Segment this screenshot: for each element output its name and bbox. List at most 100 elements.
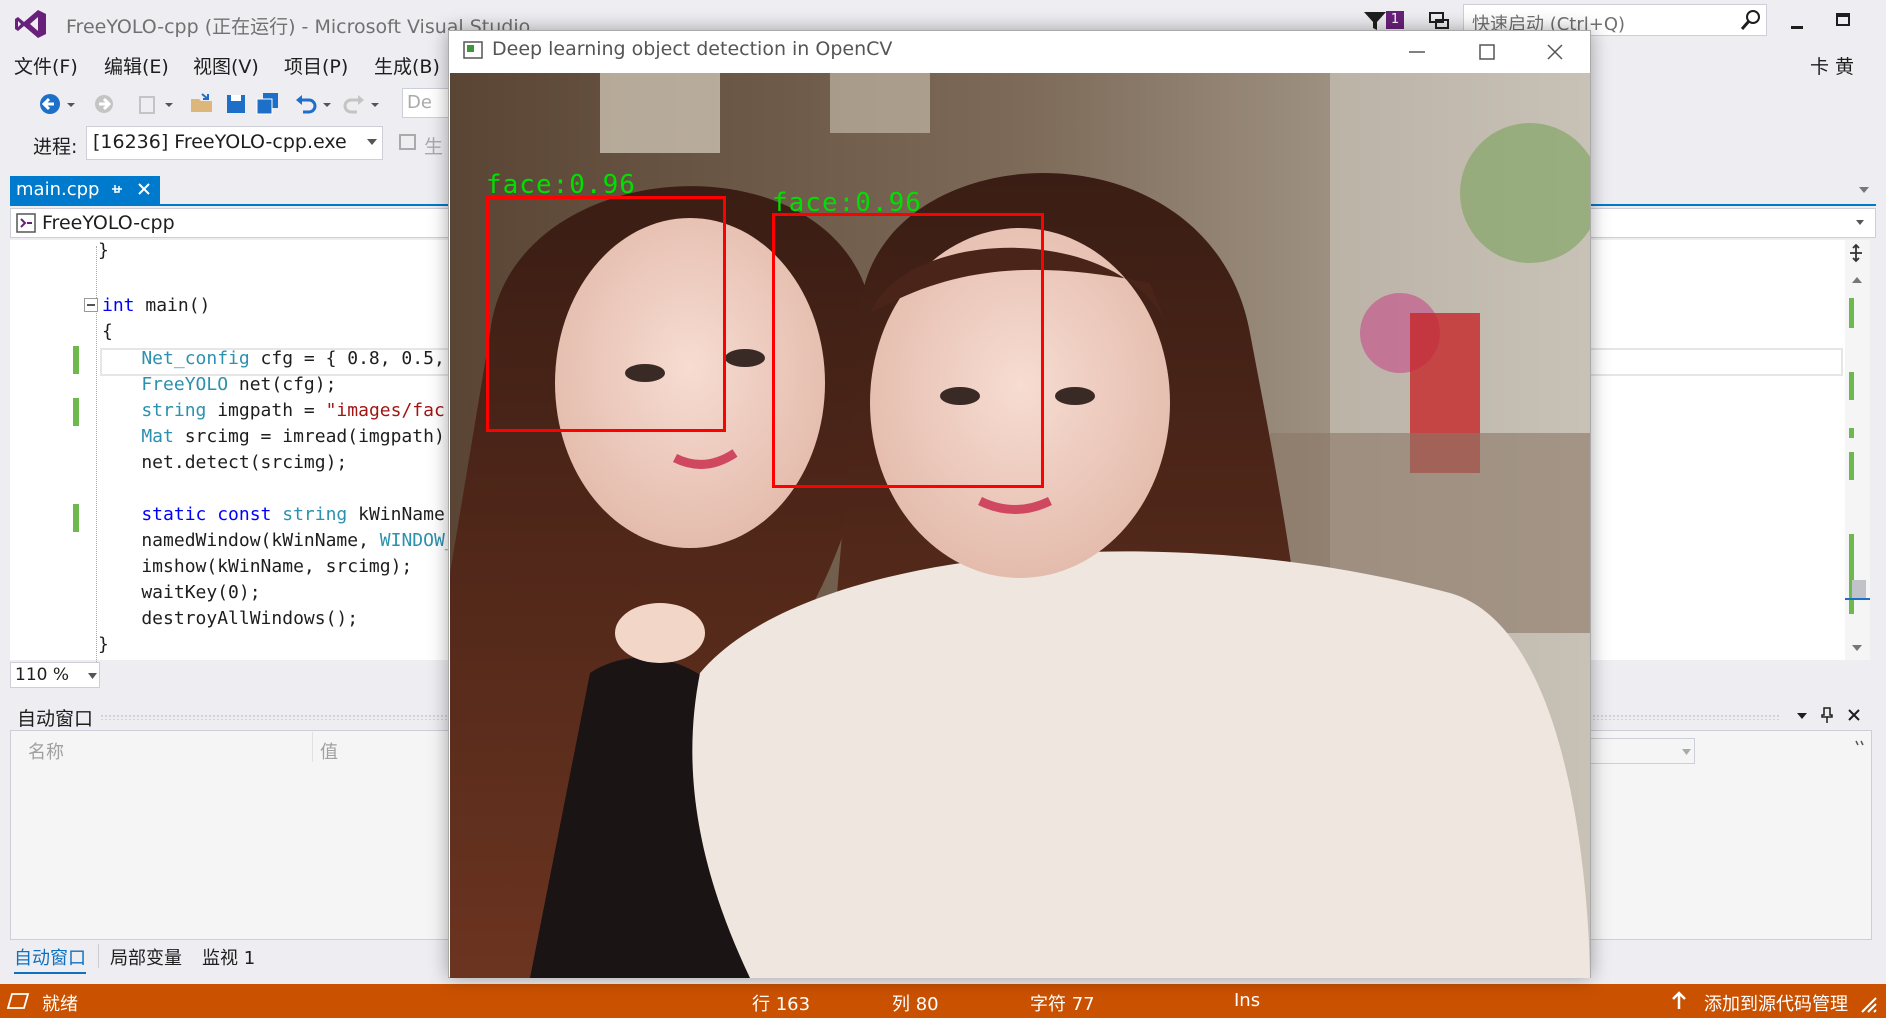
column-header-value[interactable]: 值 — [320, 738, 338, 764]
chevron-down-icon[interactable] — [1855, 219, 1865, 226]
code-line: Mat srcimg = imread(imgpath) — [98, 426, 445, 447]
scroll-change-marker — [1849, 298, 1854, 328]
redo-dropdown-icon[interactable] — [368, 90, 382, 118]
more-options-icon[interactable] — [1855, 740, 1865, 748]
status-ready: 就绪 — [42, 994, 78, 1015]
maximize-icon[interactable] — [1474, 39, 1500, 65]
code-line: FreeYOLO net(cfg); — [98, 374, 337, 395]
tab-separator — [98, 944, 99, 968]
forward-icon[interactable] — [90, 90, 118, 118]
scroll-change-marker — [1849, 534, 1854, 614]
notification-filter-icon[interactable] — [1362, 10, 1388, 32]
code-line: destroyAllWindows(); — [98, 608, 359, 629]
feedback-icon[interactable] — [1428, 10, 1450, 32]
status-column: 列 80 — [892, 994, 939, 1015]
redo-icon[interactable] — [340, 90, 368, 118]
tab-locals[interactable]: 局部变量 — [110, 944, 182, 970]
scroll-change-marker — [1849, 428, 1854, 438]
minimize-icon[interactable] — [1404, 39, 1430, 65]
search-icon[interactable] — [1740, 9, 1762, 31]
maximize-icon[interactable] — [1828, 6, 1858, 36]
user-account[interactable]: 卡 黄 — [1810, 52, 1854, 79]
status-insert-mode: Ins — [1234, 990, 1261, 1011]
scroll-down-icon[interactable] — [1851, 644, 1863, 652]
code-line: net.detect(srcimg); — [98, 452, 348, 473]
lifecycle-events-icon[interactable] — [398, 132, 418, 152]
scroll-change-marker — [1849, 372, 1854, 400]
undo-dropdown-icon[interactable] — [320, 90, 334, 118]
change-marker — [73, 346, 79, 374]
project-dropdown[interactable]: FreeYOLO-cpp — [42, 212, 175, 234]
language-select[interactable] — [1585, 738, 1695, 764]
save-all-icon[interactable] — [254, 90, 282, 118]
status-line: 行 163 — [752, 994, 811, 1015]
close-icon[interactable] — [1846, 707, 1862, 723]
code-line: imshow(kWinName, srcimg); — [98, 556, 413, 577]
zoom-select[interactable]: 110 % — [10, 662, 100, 688]
undo-icon[interactable] — [292, 90, 320, 118]
menu-edit[interactable]: 编辑(E) — [104, 52, 169, 79]
tab-label: main.cpp — [16, 179, 100, 200]
menu-project[interactable]: 项目(P) — [284, 52, 348, 79]
pin-icon[interactable] — [1820, 706, 1834, 724]
tab-watch-1[interactable]: 监视 1 — [202, 944, 255, 970]
code-line: string imgpath = "images/fac — [98, 400, 445, 421]
status-bar — [0, 984, 1886, 1018]
scroll-change-marker — [1849, 452, 1854, 480]
code-line: Net_config cfg = { 0.8, 0.5, — [98, 348, 445, 369]
scroll-thumb[interactable] — [1852, 580, 1866, 598]
opencv-window-title: Deep learning object detection in OpenCV — [492, 38, 893, 60]
scroll-up-icon[interactable] — [1851, 276, 1863, 284]
lifecycle-events-label[interactable]: 生 — [424, 132, 443, 159]
autos-window-title: 自动窗口 — [17, 708, 94, 730]
process-select[interactable]: [16236] FreeYOLO-cpp.exe — [86, 126, 383, 160]
code-line: namedWindow(kWinName, WINDOW_ — [98, 530, 456, 551]
column-separator[interactable] — [312, 732, 313, 762]
notification-badge[interactable]: 1 — [1386, 11, 1404, 29]
back-dropdown-icon[interactable] — [64, 90, 78, 118]
code-line: } — [98, 634, 109, 655]
code-line: static const string kWinName — [98, 504, 445, 525]
save-icon[interactable] — [222, 90, 250, 118]
split-editor-icon[interactable] — [1846, 243, 1866, 263]
close-icon[interactable] — [1542, 39, 1568, 65]
new-project-icon[interactable] — [134, 90, 162, 118]
change-marker — [73, 398, 79, 426]
chevron-down-icon[interactable] — [88, 673, 97, 679]
code-token: main() — [145, 295, 211, 316]
chevron-down-icon[interactable] — [1682, 749, 1691, 755]
menu-build[interactable]: 生成(B) — [374, 52, 440, 79]
column-header-name[interactable]: 名称 — [28, 738, 64, 764]
collapse-minus-icon — [87, 304, 95, 306]
back-icon[interactable] — [36, 90, 64, 118]
status-char: 字符 77 — [1030, 994, 1095, 1015]
close-icon[interactable] — [136, 181, 152, 197]
solution-config-select[interactable]: De — [402, 88, 452, 118]
add-to-source-control[interactable]: 添加到源代码管理 — [1704, 990, 1848, 1016]
pin-icon[interactable] — [110, 181, 124, 197]
code-line: { — [102, 321, 113, 342]
output-icon[interactable] — [6, 992, 30, 1010]
process-label: 进程: — [33, 136, 78, 158]
detection-box — [772, 213, 1044, 488]
menu-view[interactable]: 视图(V) — [193, 52, 259, 79]
detection-box — [486, 196, 726, 432]
open-folder-icon[interactable] — [188, 90, 216, 118]
visual-studio-logo-icon — [15, 10, 46, 38]
tab-autos[interactable]: 自动窗口 — [14, 944, 86, 974]
cpp-project-icon — [16, 213, 36, 233]
window-app-icon — [463, 41, 483, 59]
change-marker — [73, 504, 79, 532]
resize-grip-icon[interactable] — [1858, 994, 1878, 1014]
code-line: int main() — [102, 295, 210, 316]
menu-file[interactable]: 文件(F) — [14, 52, 78, 79]
chevron-down-icon[interactable] — [1858, 186, 1870, 194]
scroll-caret-marker — [1845, 598, 1870, 600]
new-dropdown-icon[interactable] — [162, 90, 176, 118]
arrow-up-icon[interactable] — [1672, 991, 1686, 1011]
minimize-icon[interactable] — [1782, 6, 1812, 36]
chevron-down-icon[interactable] — [366, 138, 378, 146]
code-token: int — [102, 295, 135, 316]
code-line: } — [98, 240, 109, 261]
chevron-down-icon[interactable] — [1796, 712, 1808, 720]
